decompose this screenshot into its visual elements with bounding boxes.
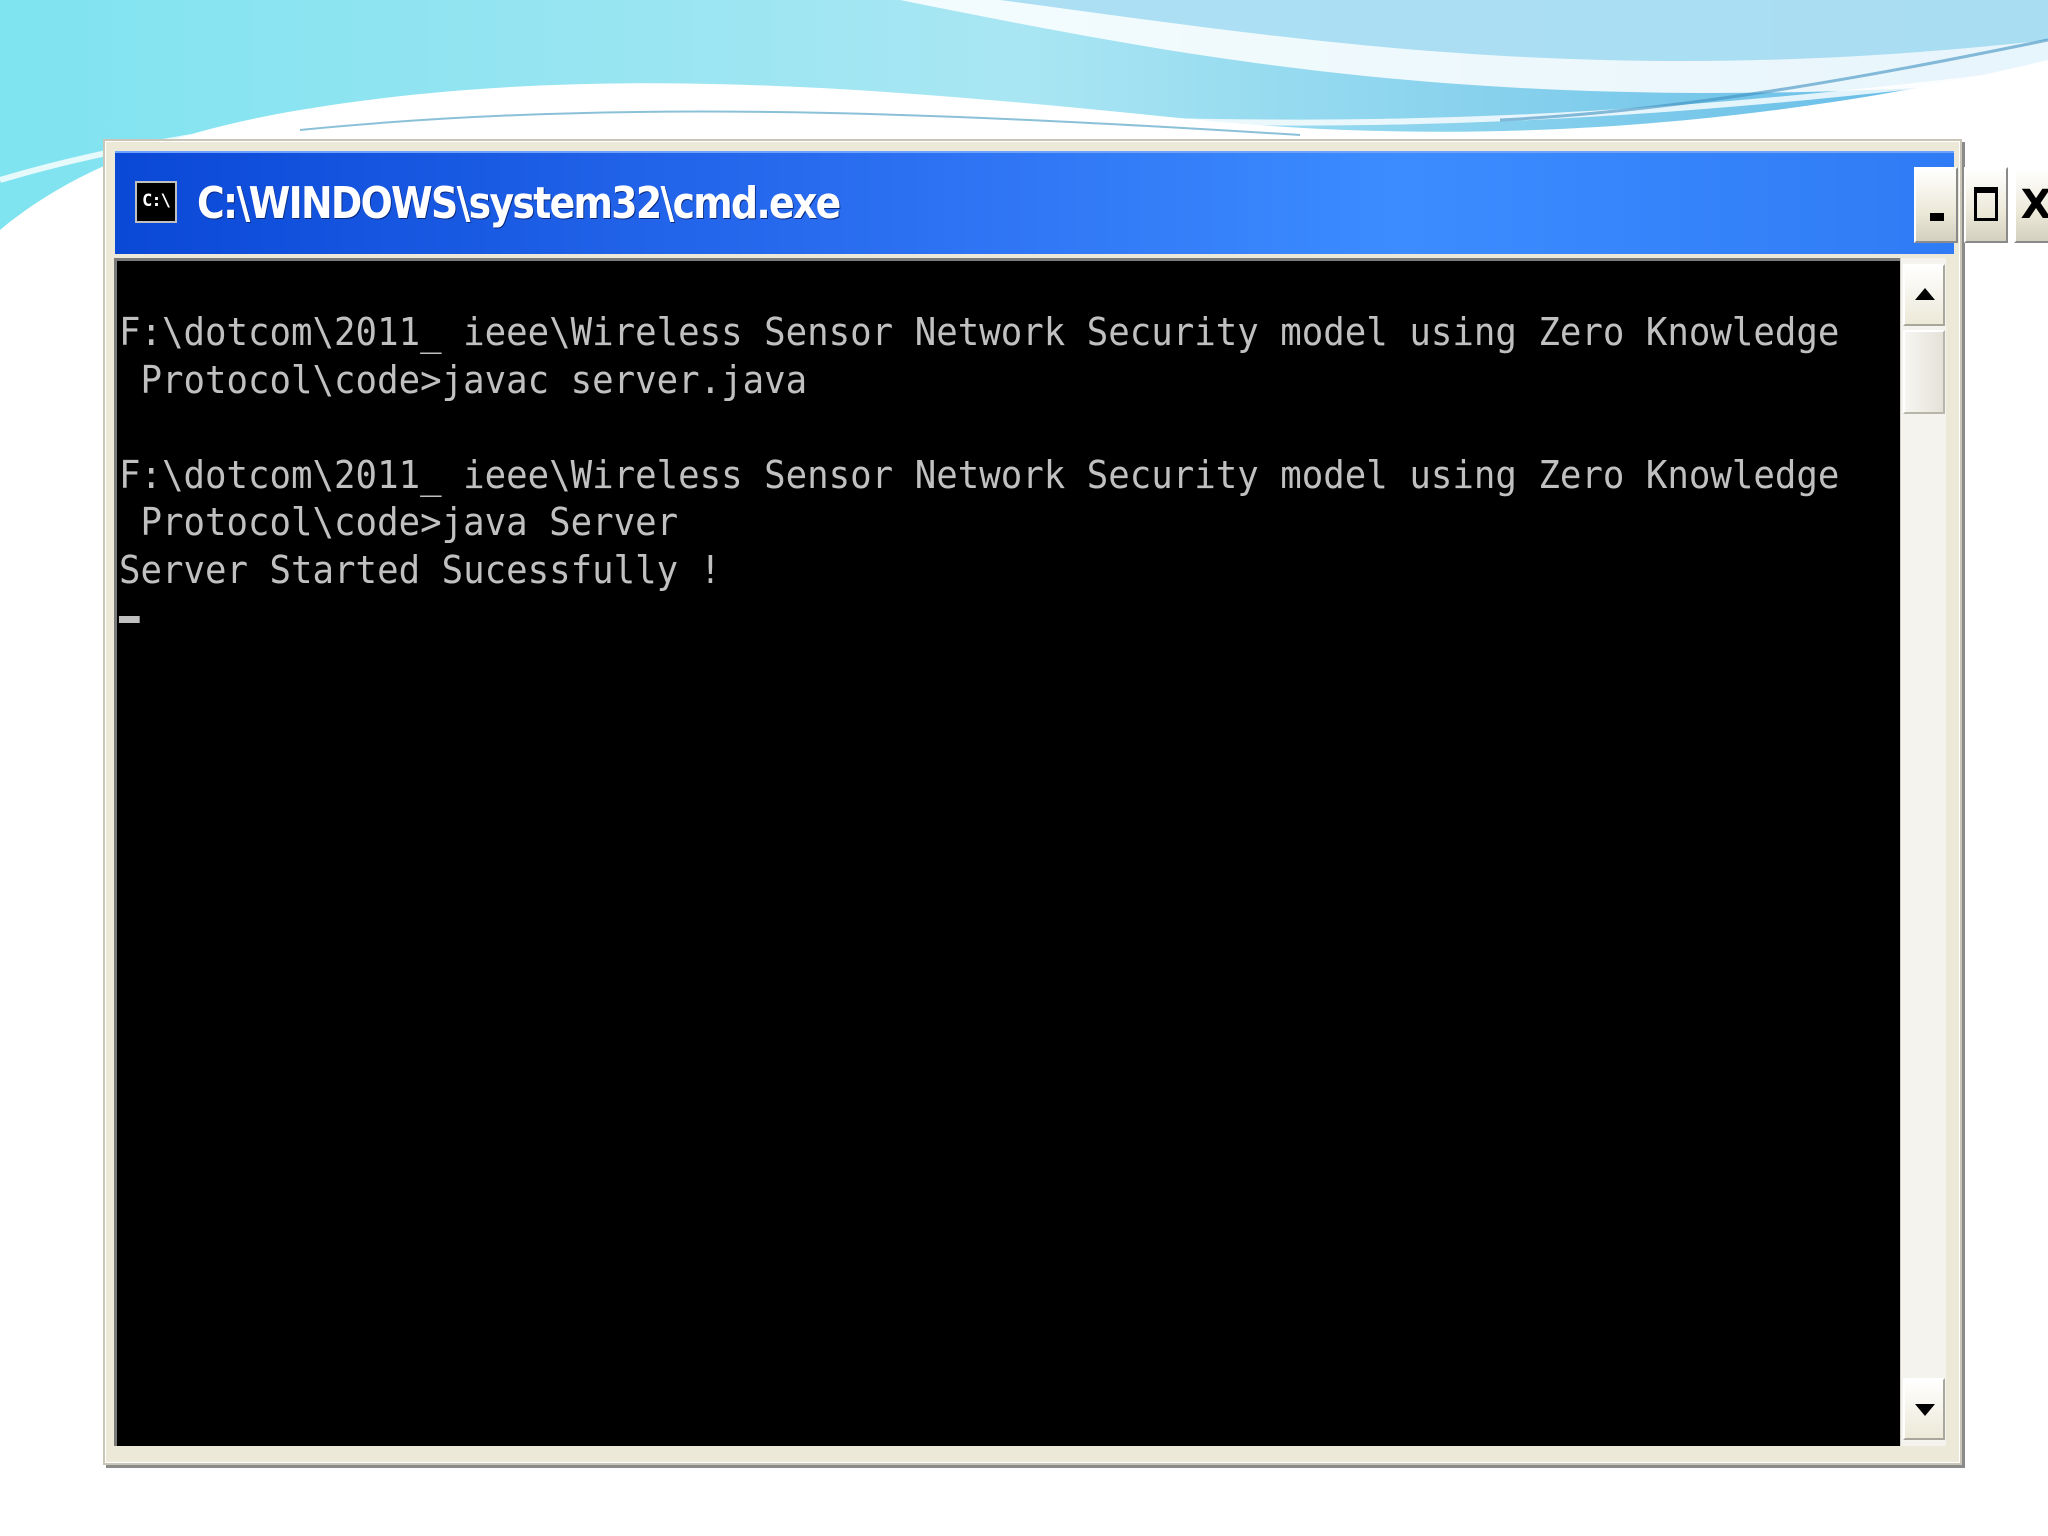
scroll-down-button[interactable] [1903, 1378, 1945, 1440]
close-icon: X [2020, 182, 2048, 228]
window-title: C:\WINDOWS\system32\cmd.exe [197, 178, 841, 229]
console-line: Protocol\code>javac server.java [119, 357, 808, 402]
console-line: F:\dotcom\2011_ ieee\Wireless Sensor Net… [119, 452, 1840, 497]
title-bar[interactable]: C:\ C:\WINDOWS\system32\cmd.exe X [115, 151, 2048, 254]
maximize-button[interactable] [1964, 167, 2008, 243]
minimize-button[interactable] [1914, 167, 1958, 243]
text-cursor [119, 616, 140, 623]
console-line: F:\dotcom\2011_ ieee\Wireless Sensor Net… [119, 310, 1840, 354]
close-button[interactable]: X [2014, 167, 2048, 243]
console-line: Server Started Sucessfully ! [119, 547, 722, 592]
scroll-up-button[interactable] [1903, 264, 1945, 326]
maximize-icon [1974, 187, 1998, 221]
console-prompt-line[interactable] [119, 594, 1839, 642]
cmd-icon[interactable]: C:\ [135, 181, 177, 223]
vertical-scrollbar[interactable] [1900, 258, 1946, 1446]
scroll-down-arrow-icon [1915, 1404, 1935, 1416]
console-line: Protocol\code>java Server [119, 500, 679, 544]
console-output[interactable]: F:\dotcom\2011_ ieee\Wireless Sensor Net… [114, 258, 1900, 1446]
scroll-thumb[interactable] [1903, 330, 1945, 414]
console-lines: F:\dotcom\2011_ ieee\Wireless Sensor Net… [119, 309, 1900, 642]
minimize-icon [1930, 213, 1944, 221]
scroll-up-arrow-icon [1915, 288, 1935, 300]
